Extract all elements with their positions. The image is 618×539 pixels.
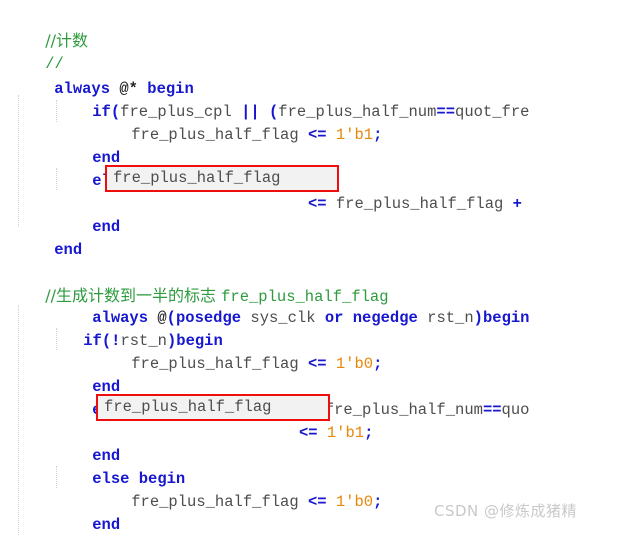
code-line-15[interactable]: end xyxy=(55,353,120,396)
literal: 1'b0 xyxy=(326,355,374,373)
identifier: fre_plus_half_flag xyxy=(131,355,308,373)
code-line-3[interactable]: always @* begin xyxy=(17,55,194,98)
semicolon: ; xyxy=(373,355,383,373)
identifier: fre_plus_half_flag xyxy=(131,493,308,511)
operator-eq: == xyxy=(436,103,456,121)
code-line-11[interactable]: //生成计数到一半的标志 fre_plus_half_flag xyxy=(8,261,388,306)
code-line-6[interactable]: end xyxy=(55,124,120,167)
code-line-5[interactable]: fre_plus_half_flag <= 1'b1; xyxy=(94,101,382,144)
operator-nonblocking-assign: <= xyxy=(298,424,318,442)
code-line-1[interactable]: //计数 xyxy=(8,6,88,50)
code-line-20[interactable]: fre_plus_half_flag <= 1'b0; xyxy=(94,468,382,511)
identifier: quot_fre xyxy=(455,103,530,121)
code-line-12[interactable]: always @(posedge sys_clk or negedge rst_… xyxy=(55,284,529,327)
code-line-14[interactable]: fre_plus_half_flag <= 1'b0; xyxy=(94,330,382,373)
keyword-end: end xyxy=(92,218,121,236)
code-line-13[interactable]: if(!rst_n)begin xyxy=(46,307,223,350)
csdn-watermark: CSDN @修炼成猪精 xyxy=(434,502,578,520)
keyword-or: or xyxy=(324,309,344,327)
identifier: fre_plus_half_flag xyxy=(326,195,513,213)
highlight-box-1-text: fre_plus_half_flag xyxy=(113,169,281,187)
identifier: quo xyxy=(501,401,530,419)
operator-nonblocking-assign: <= xyxy=(307,126,327,144)
identifier-reset: rst_n xyxy=(417,309,474,327)
operator-plus: + xyxy=(512,195,522,213)
code-line-21[interactable]: end xyxy=(55,491,120,534)
literal: 1'b1 xyxy=(326,126,374,144)
keyword-begin: begin xyxy=(482,309,530,327)
code-editor-view: //计数 // always @* begin if(fre_plus_cpl … xyxy=(0,0,618,539)
code-line-4[interactable]: if(fre_plus_cpl || (fre_plus_half_num==q… xyxy=(55,78,529,121)
operator-nonblocking-assign: <= xyxy=(307,195,327,213)
semicolon: ; xyxy=(373,493,383,511)
highlight-box-1: fre_plus_half_flag xyxy=(105,165,339,192)
semicolon: ; xyxy=(364,424,374,442)
indent-guide-level1b xyxy=(18,305,20,535)
paren-close: ) xyxy=(473,309,483,327)
highlight-box-2-text: fre_plus_half_flag xyxy=(104,398,272,416)
operator-nonblocking-assign: <= xyxy=(307,493,327,511)
identifier-clock: sys_clk xyxy=(241,309,325,327)
operator-eq: == xyxy=(482,401,502,419)
keyword-end: end xyxy=(54,241,83,259)
code-line-23-clipped[interactable]: //生成计数标志信号 xyxy=(55,532,194,539)
literal: 1'b0 xyxy=(326,493,374,511)
identifier: fre_plus_half_flag xyxy=(131,126,308,144)
code-line-18[interactable]: end xyxy=(55,422,120,465)
operator-nonblocking-assign: <= xyxy=(307,355,327,373)
code-line-2[interactable]: // xyxy=(8,30,64,73)
code-line-10[interactable]: end xyxy=(17,216,82,259)
literal: 1'b1 xyxy=(317,424,365,442)
highlight-box-2: fre_plus_half_flag xyxy=(96,394,330,421)
semicolon: ; xyxy=(373,126,383,144)
code-line-9[interactable]: end xyxy=(55,193,120,236)
keyword-negedge: negedge xyxy=(343,309,418,327)
code-line-19[interactable]: else begin xyxy=(55,445,185,488)
